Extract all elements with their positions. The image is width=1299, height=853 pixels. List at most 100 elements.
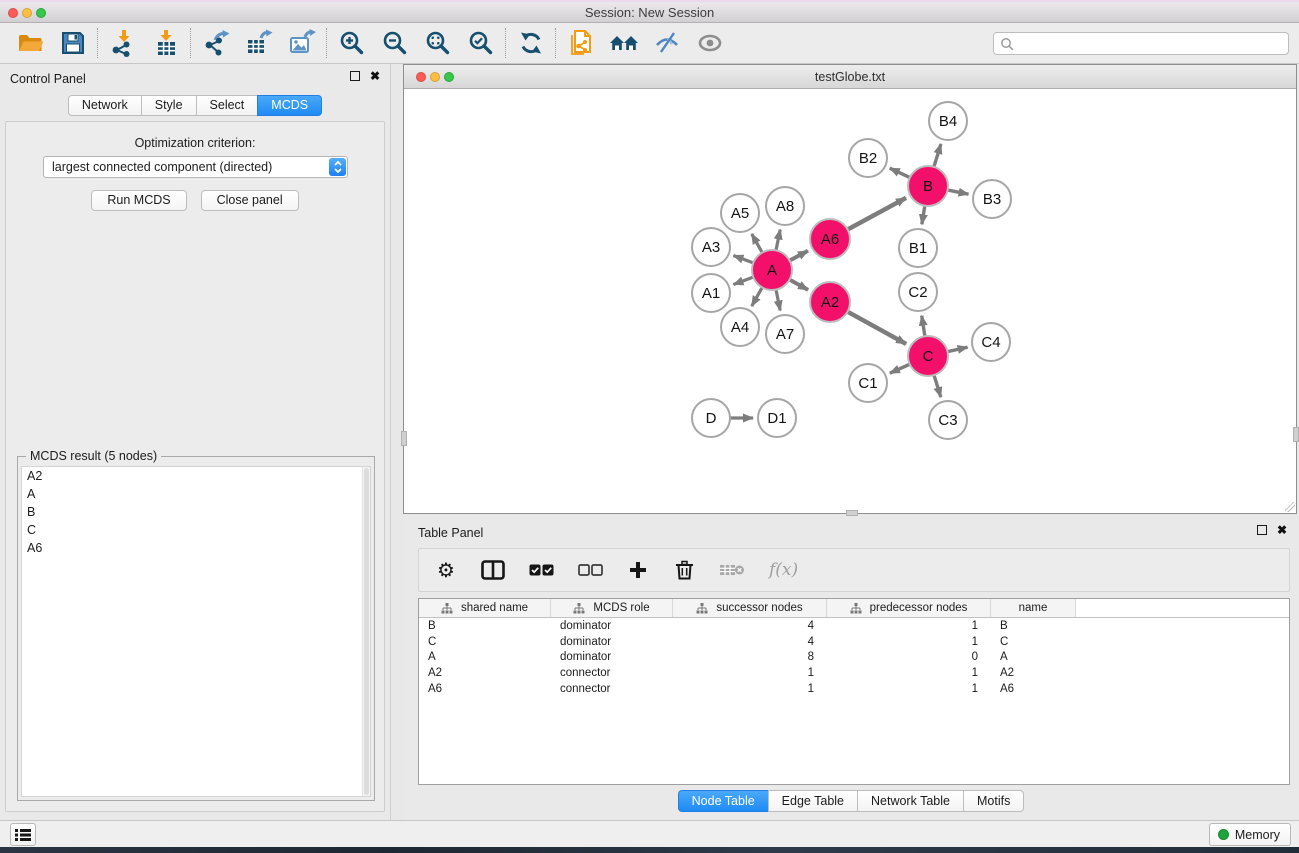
close-panel-button[interactable]: Close panel bbox=[201, 190, 299, 211]
bottom-scrollbar-thumb[interactable] bbox=[846, 510, 858, 516]
zoom-selected-icon[interactable] bbox=[459, 26, 502, 60]
graph-node-A5[interactable]: A5 bbox=[721, 194, 759, 232]
task-history-button[interactable] bbox=[10, 823, 36, 846]
show-panels-icon[interactable] bbox=[688, 26, 731, 60]
select-all-icon[interactable] bbox=[529, 564, 554, 576]
result-scrollbar[interactable] bbox=[362, 467, 370, 796]
graph-edge-A-A1[interactable] bbox=[733, 277, 754, 285]
column-header-name[interactable]: name bbox=[991, 599, 1076, 617]
run-mcds-button[interactable]: Run MCDS bbox=[91, 190, 186, 211]
zoom-fit-icon[interactable] bbox=[416, 26, 459, 60]
result-item-a2[interactable]: A2 bbox=[22, 467, 370, 485]
hide-panels-icon[interactable] bbox=[645, 26, 688, 60]
mcds-result-list[interactable]: A2ABCA6 bbox=[21, 466, 371, 797]
table-row-B[interactable]: Bdominator41B bbox=[419, 618, 1289, 634]
graph-edge-A-A7[interactable] bbox=[776, 289, 780, 311]
export-image-icon[interactable] bbox=[280, 26, 323, 60]
graph-edge-A2-C[interactable] bbox=[847, 311, 906, 344]
search-field[interactable] bbox=[993, 32, 1289, 55]
save-session-icon[interactable] bbox=[51, 26, 94, 60]
graph-edge-C-C3[interactable] bbox=[934, 374, 941, 397]
tab-network[interactable]: Network bbox=[68, 95, 142, 116]
left-scrollbar-thumb[interactable] bbox=[401, 431, 407, 446]
zoom-out-icon[interactable] bbox=[373, 26, 416, 60]
import-table-icon[interactable] bbox=[144, 26, 187, 60]
graph-edge-A-A5[interactable] bbox=[752, 234, 763, 254]
tab-select[interactable]: Select bbox=[196, 95, 259, 116]
close-panel-icon[interactable]: ✖ bbox=[370, 71, 380, 81]
graph-node-D[interactable]: D bbox=[692, 399, 730, 437]
graph-node-A[interactable]: A bbox=[752, 250, 792, 290]
graph-node-A8[interactable]: A8 bbox=[766, 187, 804, 225]
tab-network-table[interactable]: Network Table bbox=[857, 790, 964, 812]
resize-grip[interactable] bbox=[1285, 502, 1295, 512]
graph-edge-B-B4[interactable] bbox=[934, 144, 941, 168]
close-table-panel-icon[interactable]: ✖ bbox=[1277, 525, 1287, 535]
graph-edge-C-C1[interactable] bbox=[890, 364, 911, 373]
graph-edge-C-C2[interactable] bbox=[922, 316, 925, 338]
criterion-dropdown[interactable]: largest connected component (directed) bbox=[43, 156, 348, 178]
graph-edge-A-A2[interactable] bbox=[789, 279, 808, 290]
network-from-file-icon[interactable] bbox=[559, 26, 602, 60]
show-all-networks-icon[interactable] bbox=[602, 26, 645, 60]
tab-edge-table[interactable]: Edge Table bbox=[768, 790, 858, 812]
graph-edge-A-A4[interactable] bbox=[752, 287, 763, 307]
tab-mcds[interactable]: MCDS bbox=[257, 95, 322, 116]
zoom-in-icon[interactable] bbox=[330, 26, 373, 60]
graph-node-C1[interactable]: C1 bbox=[849, 364, 887, 402]
import-network-icon[interactable] bbox=[101, 26, 144, 60]
result-item-c[interactable]: C bbox=[22, 521, 370, 539]
memory-button[interactable]: Memory bbox=[1209, 823, 1291, 846]
export-network-icon[interactable] bbox=[194, 26, 237, 60]
graph-node-A2[interactable]: A2 bbox=[810, 282, 850, 322]
split-columns-icon[interactable] bbox=[481, 560, 505, 580]
right-scrollbar-thumb[interactable] bbox=[1293, 427, 1299, 442]
tab-motifs[interactable]: Motifs bbox=[963, 790, 1024, 812]
graph-edge-A-A3[interactable] bbox=[733, 255, 754, 263]
graph-node-A3[interactable]: A3 bbox=[692, 228, 730, 266]
column-header-MCDS-role[interactable]: MCDS role bbox=[551, 599, 673, 617]
tab-style[interactable]: Style bbox=[141, 95, 197, 116]
add-column-icon[interactable] bbox=[627, 561, 649, 579]
float-table-panel-icon[interactable] bbox=[1257, 525, 1267, 535]
tab-node-table[interactable]: Node Table bbox=[678, 790, 769, 812]
network-window-titlebar[interactable]: testGlobe.txt bbox=[404, 65, 1296, 89]
graph-node-A1[interactable]: A1 bbox=[692, 274, 730, 312]
result-item-a[interactable]: A bbox=[22, 485, 370, 503]
graph-node-D1[interactable]: D1 bbox=[758, 399, 796, 437]
gear-icon[interactable]: ⚙ bbox=[435, 558, 457, 583]
graph-node-C4[interactable]: C4 bbox=[972, 323, 1010, 361]
export-table-icon[interactable] bbox=[237, 26, 280, 60]
column-header-successor-nodes[interactable]: successor nodes bbox=[673, 599, 827, 617]
table-row-C[interactable]: Cdominator41C bbox=[419, 634, 1289, 650]
graph-node-A6[interactable]: A6 bbox=[810, 219, 850, 259]
column-header-predecessor-nodes[interactable]: predecessor nodes bbox=[827, 599, 991, 617]
graph-edge-B-B3[interactable] bbox=[947, 190, 969, 194]
delete-column-icon[interactable] bbox=[673, 560, 695, 580]
deselect-all-icon[interactable] bbox=[578, 564, 603, 576]
graph-node-B4[interactable]: B4 bbox=[929, 102, 967, 140]
refresh-icon[interactable] bbox=[509, 26, 552, 60]
table-row-A[interactable]: Adominator80A bbox=[419, 650, 1289, 666]
graph-edge-B-B2[interactable] bbox=[890, 168, 911, 178]
table-row-A6[interactable]: A6connector11A6 bbox=[419, 681, 1289, 697]
network-canvas[interactable]: A5A8 A3 A1A4A7 A A6 A2 B2 B4 B3 B1 B C2 C4 C1 C3 C D D1 bbox=[404, 89, 1296, 513]
float-panel-icon[interactable] bbox=[350, 71, 360, 81]
result-item-a6[interactable]: A6 bbox=[22, 539, 370, 557]
search-input[interactable] bbox=[1018, 37, 1288, 51]
graph-edge-A6-B[interactable] bbox=[847, 198, 906, 230]
graph-edge-C-C4[interactable] bbox=[947, 347, 968, 352]
graph-node-C[interactable]: C bbox=[908, 336, 948, 376]
graph-edge-A-A6[interactable] bbox=[789, 251, 808, 261]
node-table[interactable]: shared nameMCDS rolesuccessor nodesprede… bbox=[418, 598, 1290, 785]
graph-node-B1[interactable]: B1 bbox=[899, 229, 937, 267]
graph-node-B[interactable]: B bbox=[908, 166, 948, 206]
graph-node-C2[interactable]: C2 bbox=[899, 273, 937, 311]
table-row-A2[interactable]: A2connector11A2 bbox=[419, 665, 1289, 681]
graph-node-A7[interactable]: A7 bbox=[766, 315, 804, 353]
graph-node-B3[interactable]: B3 bbox=[973, 180, 1011, 218]
open-session-icon[interactable] bbox=[8, 26, 51, 60]
graph-node-B2[interactable]: B2 bbox=[849, 139, 887, 177]
graph-node-C3[interactable]: C3 bbox=[929, 401, 967, 439]
graph-node-A4[interactable]: A4 bbox=[721, 308, 759, 346]
